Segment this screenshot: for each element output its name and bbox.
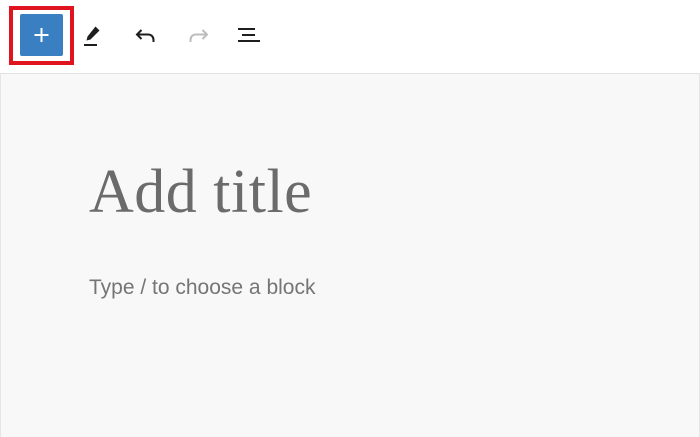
document-overview-button[interactable] (234, 20, 264, 50)
editor-toolbar (0, 0, 700, 74)
tools-edit-button[interactable] (79, 20, 109, 50)
block-placeholder-paragraph[interactable]: Type / to choose a block (89, 274, 315, 302)
block-inserter-button[interactable] (20, 14, 63, 56)
post-title-field[interactable]: Add title (89, 156, 312, 228)
editor-canvas: Add title Type / to choose a block (0, 74, 700, 437)
undo-icon (135, 29, 155, 42)
document-outline-icon (238, 28, 260, 42)
pencil-icon (84, 26, 100, 46)
block-editor: Add title Type / to choose a block (0, 0, 700, 437)
plus-icon (34, 28, 49, 42)
undo-button[interactable] (131, 20, 161, 50)
redo-icon (189, 29, 209, 42)
redo-button[interactable] (183, 20, 213, 50)
